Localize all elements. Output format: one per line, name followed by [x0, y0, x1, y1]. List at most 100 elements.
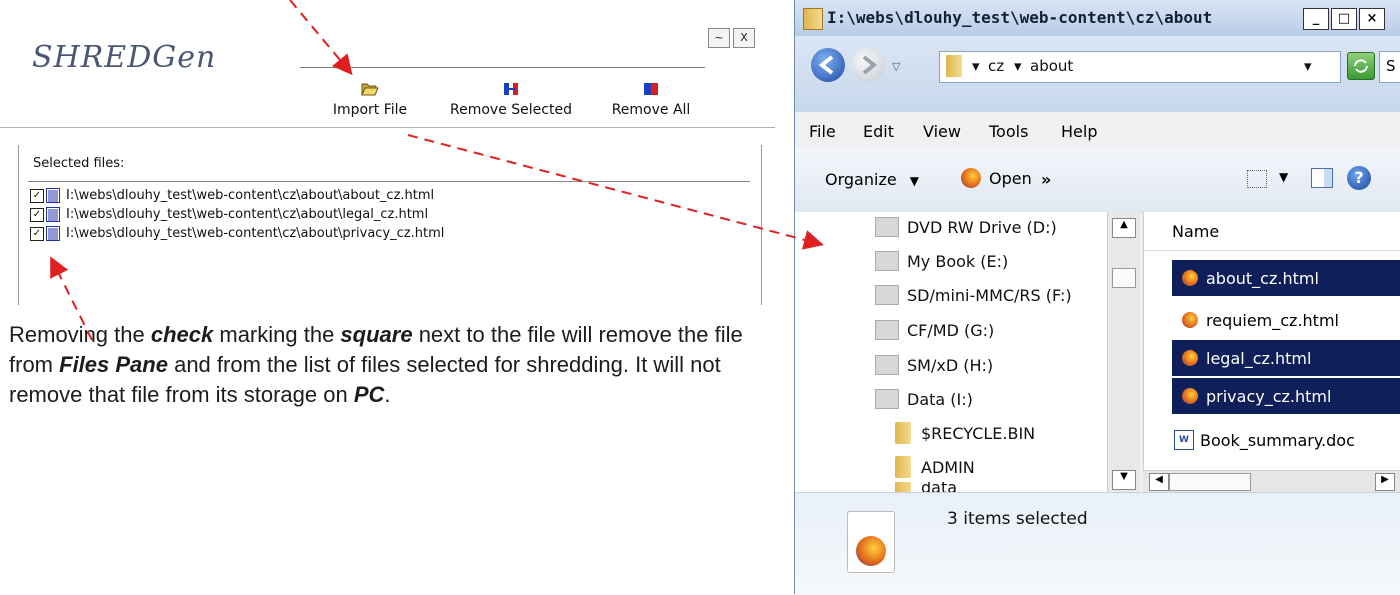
card-reader-icon: [875, 355, 899, 375]
minimize-button[interactable]: _: [1303, 8, 1329, 30]
document-list-icon: [46, 226, 60, 241]
forward-button[interactable]: [851, 48, 885, 82]
breadcrumb-cz[interactable]: cz: [988, 57, 1004, 75]
file-item-privacy-cz[interactable]: privacy_cz.html: [1172, 378, 1400, 414]
dvd-drive-icon: [875, 217, 899, 237]
organize-button[interactable]: Organize ▼: [825, 170, 919, 189]
annotation-caption: Removing the check marking the square ne…: [9, 320, 769, 410]
app-logo: SHREDGen: [32, 40, 217, 75]
file-path: I:\webs\dlouhy_test\web-content\cz\about…: [66, 207, 429, 222]
file-item-label: about_cz.html: [1206, 268, 1319, 288]
nav-item-admin[interactable]: ADMIN: [895, 456, 975, 478]
scroll-up-icon[interactable]: ▲: [1112, 218, 1136, 238]
more-commands-icon[interactable]: »: [1041, 170, 1051, 189]
file-item-legal-cz[interactable]: legal_cz.html: [1172, 340, 1400, 376]
view-options-icon[interactable]: [1247, 170, 1267, 188]
forward-arrow-icon: [862, 55, 878, 75]
toolbar-divider: [300, 67, 705, 68]
file-item-book-summary[interactable]: W Book_summary.doc: [1172, 422, 1400, 458]
nav-item-dvd-drive[interactable]: DVD RW Drive (D:): [875, 216, 1057, 238]
nav-item-label: data: [921, 482, 958, 492]
menu-tools[interactable]: Tools: [989, 122, 1028, 141]
nav-item-recycle-bin[interactable]: $RECYCLE.BIN: [895, 422, 1035, 444]
file-checkbox[interactable]: ✓: [30, 226, 44, 241]
hscroll-thumb[interactable]: [1169, 473, 1251, 491]
menu-file[interactable]: File: [809, 122, 836, 141]
nav-item-data-folder[interactable]: data: [895, 482, 957, 492]
menu-bar: File Edit View Tools Help: [795, 112, 1400, 149]
selected-file-thumbnail: [847, 511, 895, 573]
nav-item-sm-xd[interactable]: SM/xD (H:): [875, 354, 993, 376]
open-button[interactable]: Open: [961, 168, 1032, 188]
command-bar: Organize ▼ Open » ▼ ?: [795, 148, 1400, 213]
file-item-label: Book_summary.doc: [1200, 430, 1355, 450]
caption-text: Removing the: [9, 322, 151, 347]
minimize-button[interactable]: ~: [708, 28, 730, 48]
help-icon[interactable]: ?: [1347, 166, 1371, 190]
column-header-name[interactable]: Name: [1144, 212, 1400, 251]
menu-view[interactable]: View: [923, 122, 961, 141]
address-dropdown-icon[interactable]: ▾: [1304, 57, 1312, 75]
caption-text: marking the: [213, 322, 341, 347]
firefox-html-icon: [1182, 312, 1198, 328]
document-list-icon: [46, 188, 60, 203]
card-reader-icon: [875, 320, 899, 340]
file-checkbox[interactable]: ✓: [30, 207, 44, 222]
nav-item-label: DVD RW Drive (D:): [907, 217, 1057, 237]
window-title: I:\webs\dlouhy_test\web-content\cz\about: [827, 8, 1213, 27]
explorer-titlebar: I:\webs\dlouhy_test\web-content\cz\about…: [795, 0, 1400, 37]
nav-item-sd-card[interactable]: SD/mini-MMC/RS (F:): [875, 284, 1072, 306]
remove-all-button[interactable]: Remove All: [610, 78, 692, 118]
view-chevron-icon[interactable]: ▼: [1279, 170, 1288, 184]
scroll-down-icon[interactable]: ▼: [1112, 470, 1136, 490]
file-item-label: legal_cz.html: [1206, 348, 1312, 368]
scroll-right-icon[interactable]: ▶: [1375, 473, 1395, 491]
remove-selected-label: Remove Selected: [450, 102, 572, 118]
preview-pane-icon[interactable]: [1311, 168, 1333, 188]
file-row: ✓ I:\webs\dlouhy_test\web-content\cz\abo…: [30, 224, 444, 243]
remove-all-label: Remove All: [611, 102, 691, 118]
menu-help[interactable]: Help: [1061, 122, 1097, 141]
back-arrow-icon: [818, 55, 834, 75]
nav-pane-scrollbar[interactable]: ▲ ▼: [1107, 212, 1140, 492]
file-list-hscrollbar[interactable]: ◀ ▶: [1143, 470, 1400, 493]
scroll-thumb[interactable]: [1112, 268, 1136, 288]
scroll-left-icon[interactable]: ◀: [1149, 473, 1169, 491]
file-list-pane: Name about_cz.html requiem_cz.html legal…: [1143, 212, 1400, 492]
close-button[interactable]: X: [733, 28, 755, 48]
folder-icon: [803, 8, 823, 30]
nav-item-data[interactable]: Data (I:): [875, 388, 973, 410]
nav-item-label: My Book (E:): [907, 251, 1009, 271]
firefox-icon: [856, 536, 886, 566]
firefox-html-icon: [1182, 350, 1198, 366]
firefox-icon: [961, 168, 981, 188]
file-row: ✓ I:\webs\dlouhy_test\web-content\cz\abo…: [30, 186, 444, 205]
nav-item-label: SM/xD (H:): [907, 355, 994, 375]
address-input[interactable]: ▾ cz ▾ about ▾: [939, 51, 1341, 83]
nav-item-label: CF/MD (G:): [907, 320, 995, 340]
file-checkbox[interactable]: ✓: [30, 188, 44, 203]
menu-edit[interactable]: Edit: [863, 122, 894, 141]
nav-item-cf-md[interactable]: CF/MD (G:): [875, 319, 994, 341]
search-input[interactable]: S: [1379, 51, 1400, 83]
nav-item-label: ADMIN: [921, 457, 975, 477]
close-button[interactable]: ×: [1359, 8, 1385, 30]
nav-item-my-book[interactable]: My Book (E:): [875, 250, 1008, 272]
file-item-requiem-cz[interactable]: requiem_cz.html: [1172, 302, 1400, 338]
remove-selected-button[interactable]: Remove Selected: [448, 78, 574, 118]
import-file-button[interactable]: Import File: [332, 78, 408, 118]
toolbar-bottom-border: [0, 127, 775, 128]
remove-selected-icon: [504, 83, 518, 95]
file-item-about-cz[interactable]: about_cz.html: [1172, 260, 1400, 296]
selection-status: 3 items selected: [947, 509, 1088, 529]
refresh-button[interactable]: [1347, 52, 1375, 80]
selected-files-list: ✓ I:\webs\dlouhy_test\web-content\cz\abo…: [30, 186, 444, 243]
caption-emphasis-files-pane: Files Pane: [59, 352, 168, 377]
file-row: ✓ I:\webs\dlouhy_test\web-content\cz\abo…: [30, 205, 444, 224]
caption-text: .: [384, 382, 391, 407]
search-input-text: S: [1386, 57, 1396, 75]
back-button[interactable]: [811, 48, 845, 82]
breadcrumb-about[interactable]: about: [1030, 57, 1073, 75]
maximize-button[interactable]: □: [1331, 8, 1357, 30]
recent-pages-chevron-icon[interactable]: ▽: [892, 60, 900, 73]
